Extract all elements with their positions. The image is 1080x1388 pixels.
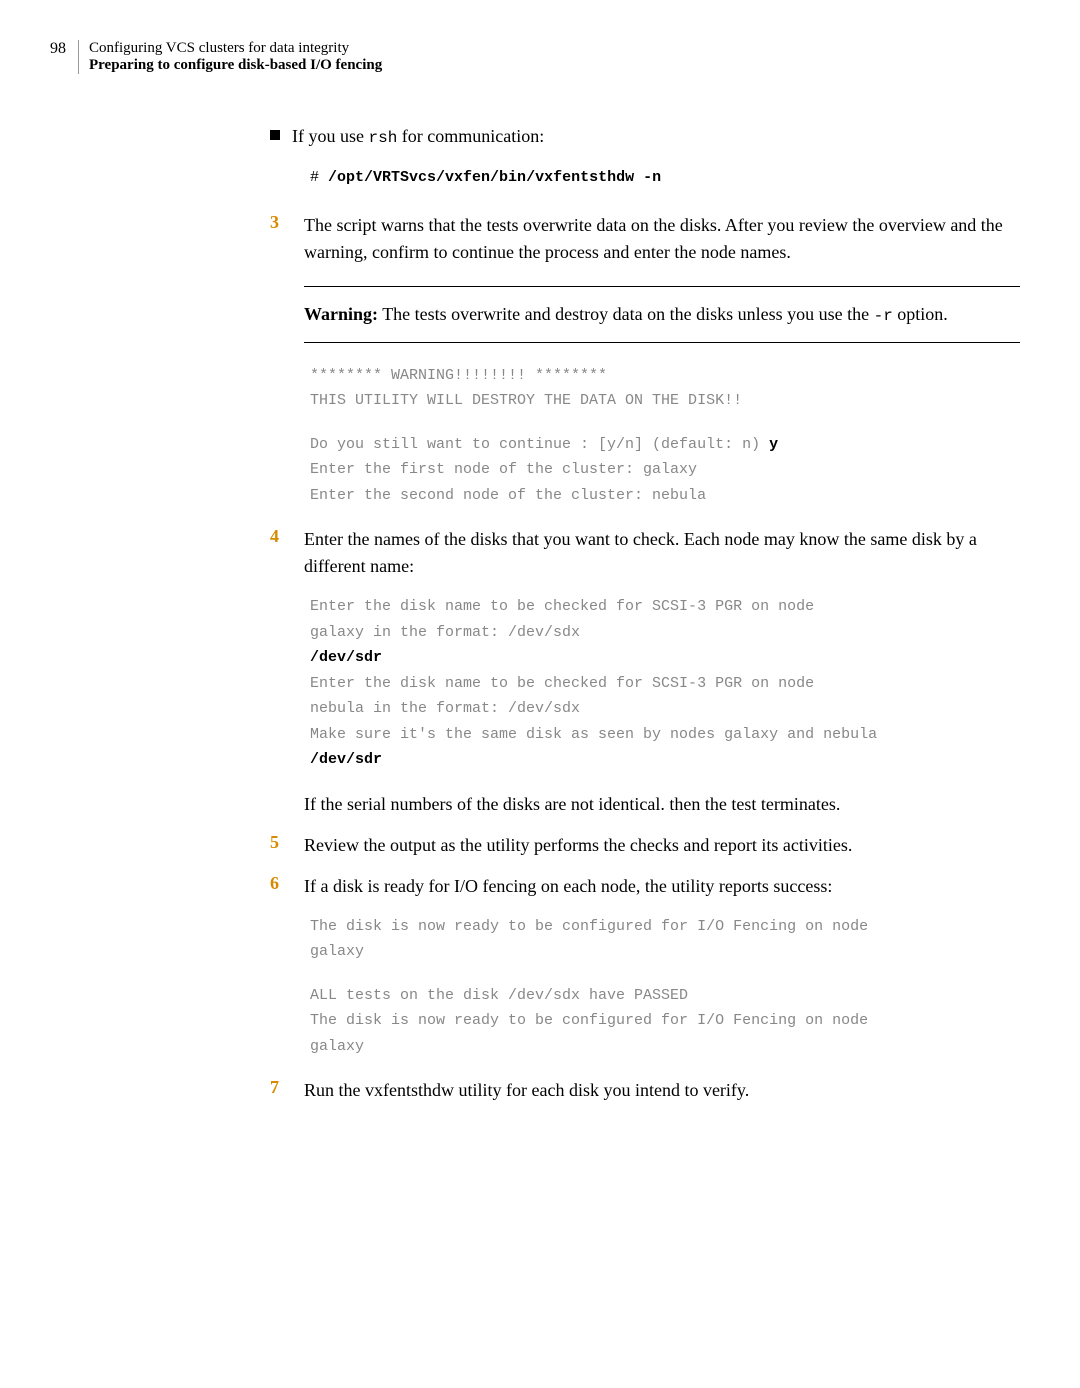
bullet-before: If you use [292, 126, 368, 146]
step-text-4: Enter the names of the disks that you wa… [304, 526, 1020, 580]
step-4: 4 Enter the names of the disks that you … [270, 526, 1020, 580]
step-3: 3 The script warns that the tests overwr… [270, 212, 1020, 266]
header-text: Configuring VCS clusters for data integr… [89, 40, 382, 74]
bullet-text: If you use rsh for communication: [292, 124, 544, 149]
code-block-3b: Do you still want to continue : [y/n] (d… [310, 432, 1020, 509]
main-content: If you use rsh for communication: # /opt… [270, 124, 1020, 1104]
chapter-title: Configuring VCS clusters for data integr… [89, 40, 382, 57]
code4-bold1: /dev/sdr [310, 649, 382, 666]
step-7: 7 Run the vxfentsthdw utility for each d… [270, 1077, 1020, 1104]
step-num-6: 6 [270, 873, 304, 900]
warning-code: -r [874, 307, 893, 325]
code-block-3a: ******** WARNING!!!!!!!! ******** THIS U… [310, 363, 1020, 414]
code-cmd: /opt/VRTSvcs/vxfen/bin/vxfentsthdw -n [328, 169, 661, 186]
step-text-7: Run the vxfentsthdw utility for each dis… [304, 1077, 1020, 1104]
step-num-3: 3 [270, 212, 304, 266]
section-title: Preparing to configure disk-based I/O fe… [89, 57, 382, 74]
code3b-line1: Do you still want to continue : [y/n] (d… [310, 436, 769, 453]
code4a: Enter the disk name to be checked for SC… [310, 598, 814, 641]
code-block-cmd: # /opt/VRTSvcs/vxfen/bin/vxfentsthdw -n [310, 167, 1020, 190]
step4-note: If the serial numbers of the disks are n… [304, 791, 1020, 818]
code-hash: # [310, 169, 319, 186]
warning-label: Warning: [304, 304, 378, 324]
step-num-7: 7 [270, 1077, 304, 1104]
code4b: Enter the disk name to be checked for SC… [310, 675, 877, 743]
step-num-5: 5 [270, 832, 304, 859]
code4-bold2: /dev/sdr [310, 751, 382, 768]
page-number: 98 [50, 40, 66, 58]
page-header: 98 Configuring VCS clusters for data int… [50, 40, 1020, 74]
code-block-4: Enter the disk name to be checked for SC… [310, 594, 1020, 773]
warning-before: The tests overwrite and destroy data on … [378, 304, 874, 324]
code3b-bold: y [769, 436, 778, 453]
code-block-6a: The disk is now ready to be configured f… [310, 914, 1020, 965]
code3b-rest: Enter the first node of the cluster: gal… [310, 461, 706, 504]
step-5: 5 Review the output as the utility perfo… [270, 832, 1020, 859]
page-container: 98 Configuring VCS clusters for data int… [0, 0, 1080, 1158]
step-text-6: If a disk is ready for I/O fencing on ea… [304, 873, 1020, 900]
bullet-icon [270, 130, 280, 140]
warning-after: option. [893, 304, 948, 324]
step-6: 6 If a disk is ready for I/O fencing on … [270, 873, 1020, 900]
step-num-4: 4 [270, 526, 304, 580]
bullet-item: If you use rsh for communication: [270, 124, 1020, 149]
step-text-3: The script warns that the tests overwrit… [304, 212, 1020, 266]
step-text-5: Review the output as the utility perform… [304, 832, 1020, 859]
header-divider [78, 40, 79, 74]
warning-box: Warning: The tests overwrite and destroy… [304, 286, 1020, 343]
code-rsh: rsh [368, 129, 397, 147]
bullet-after: for communication: [397, 126, 544, 146]
code-block-6b: ALL tests on the disk /dev/sdx have PASS… [310, 983, 1020, 1060]
